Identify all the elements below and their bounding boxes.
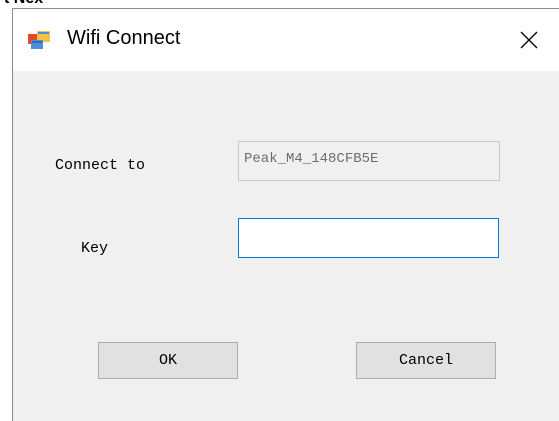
close-icon [520, 31, 538, 49]
cancel-button[interactable]: Cancel [356, 342, 496, 379]
connect-to-label: Connect to [55, 157, 146, 174]
background-window-text: t Nex [4, 0, 43, 8]
key-label: Key [81, 240, 109, 257]
dialog-title: Wifi Connect [67, 27, 181, 49]
key-input[interactable] [238, 218, 499, 258]
background-window-fragment: t Nex [0, 0, 559, 8]
app-window-icon [28, 31, 50, 49]
wifi-connect-dialog: Wifi Connect Connect to Peak_M4_148CFB5E… [12, 8, 559, 421]
connect-to-field: Peak_M4_148CFB5E [238, 141, 500, 181]
dialog-titlebar: Wifi Connect [13, 9, 559, 71]
ok-button[interactable]: OK [98, 342, 238, 379]
close-button[interactable] [499, 9, 559, 71]
